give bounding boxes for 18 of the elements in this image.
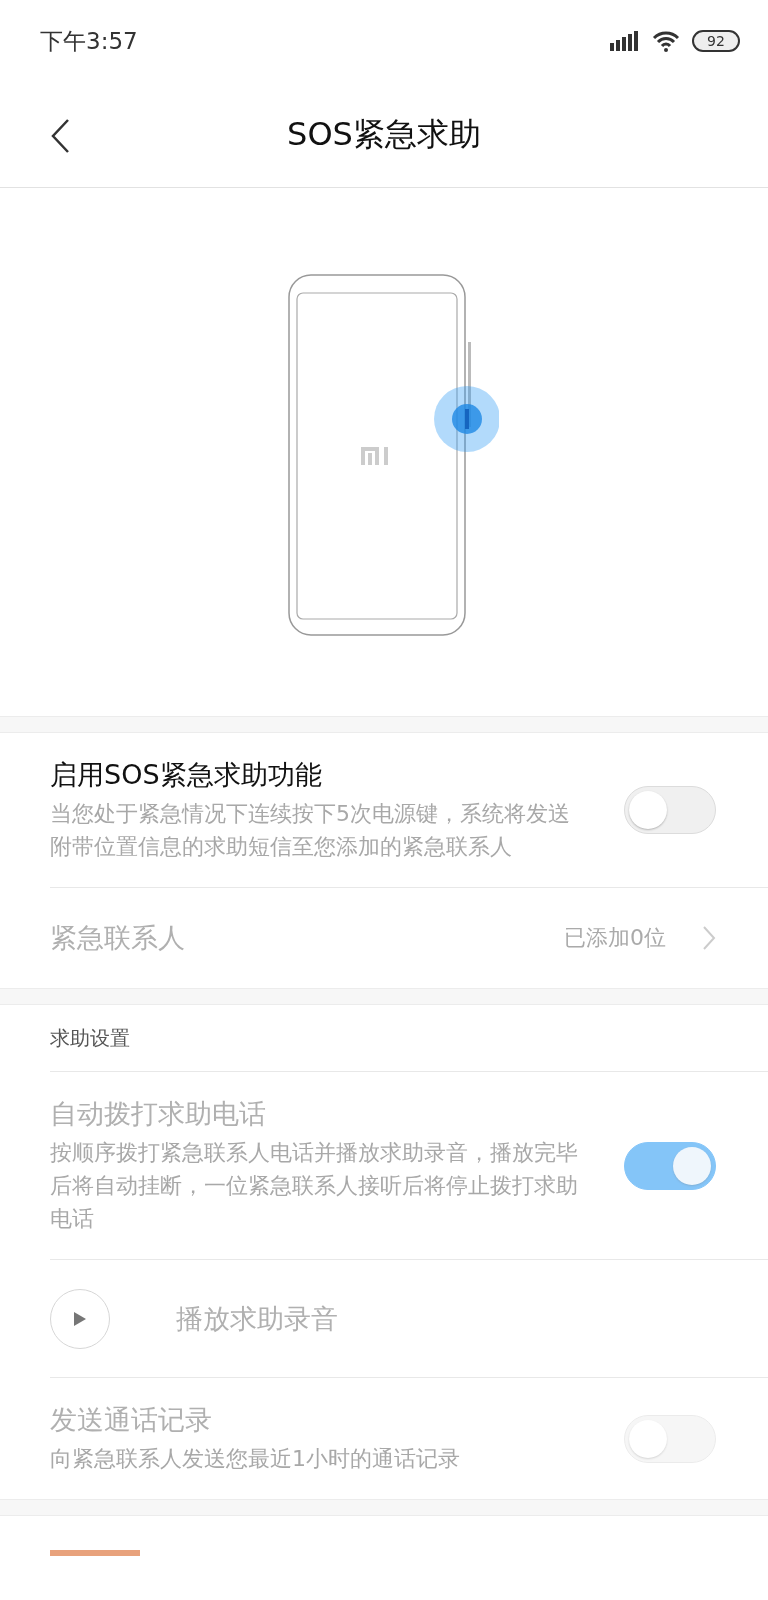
section-heading: 求助设置 xyxy=(50,1024,130,1052)
setting-title: 发送通话记录 xyxy=(50,1403,213,1437)
play-icon xyxy=(73,1310,87,1327)
setting-description: 按顺序拨打紧急联系人电话并播放求助录音，播放完毕后将自动挂断，一位紧急联系人接听后将停止拨打求助电话 xyxy=(50,1139,579,1233)
battery-indicator: 92 xyxy=(692,30,740,52)
toggle-switch[interactable] xyxy=(624,786,716,834)
setting-description: 向紧急联系人发送您最近1小时的通话记录 xyxy=(50,1445,461,1473)
chevron-right-icon xyxy=(702,925,716,951)
setting-title: 启用SOS紧急求助功能 xyxy=(50,758,323,792)
setting-title: 播放求助录音 xyxy=(176,1301,338,1336)
signal-icon xyxy=(610,31,640,51)
setting-title: 自动拨打求助电话 xyxy=(50,1097,267,1131)
setting-value: 已添加0位 xyxy=(564,924,666,952)
setting-description: 当您处于紧急情况下连续按下5次电源键，系统将发送附带位置信息的求助短信至您添加的紧急联系人 xyxy=(50,800,571,861)
page-title: SOS紧急求助 xyxy=(287,113,481,155)
status-time: 下午3:57 xyxy=(40,26,138,56)
wifi-icon xyxy=(652,30,680,52)
back-icon[interactable] xyxy=(50,118,70,154)
